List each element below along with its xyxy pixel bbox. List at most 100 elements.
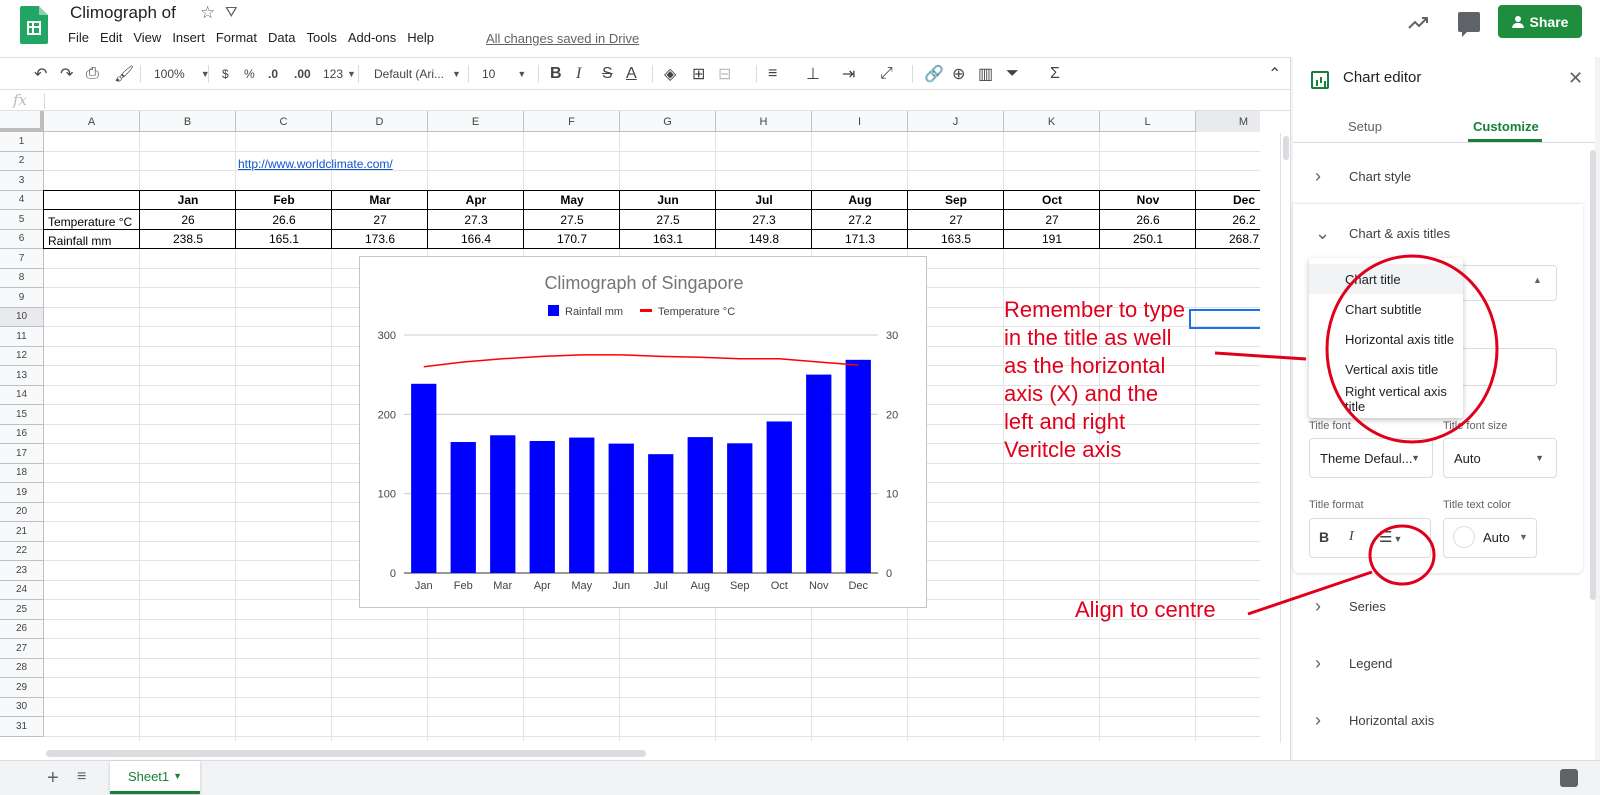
rainfall-cell[interactable]: 173.6	[332, 230, 428, 250]
row-header-17[interactable]: 17	[0, 444, 44, 464]
temp-row-label[interactable]: Temperature °C	[48, 212, 132, 231]
fill-color-icon[interactable]: ◈	[664, 58, 676, 90]
horizontal-align-icon[interactable]: ≡	[768, 58, 777, 90]
row-header-23[interactable]: 23	[0, 561, 44, 581]
month-header-cell[interactable]: May	[524, 191, 620, 211]
column-header-h[interactable]: H	[716, 111, 812, 132]
vertical-scrollbar[interactable]	[1280, 133, 1290, 743]
rainfall-cell[interactable]: 268.7	[1196, 230, 1260, 250]
month-header-cell[interactable]: Dec	[1196, 191, 1260, 211]
dropdown-chart-title[interactable]: Chart title	[1309, 264, 1463, 294]
column-header-k[interactable]: K	[1004, 111, 1100, 132]
menu-view[interactable]: View	[133, 30, 161, 48]
column-header-c[interactable]: C	[236, 111, 332, 132]
row-header-9[interactable]: 9	[0, 288, 44, 308]
rainfall-cell[interactable]: 163.1	[620, 230, 716, 250]
row-header-7[interactable]: 7	[0, 249, 44, 269]
close-icon[interactable]: ✕	[1568, 68, 1583, 89]
row-header-27[interactable]: 27	[0, 639, 44, 659]
row-header-6[interactable]: 6	[0, 229, 44, 249]
row-header-29[interactable]: 29	[0, 678, 44, 698]
month-header-cell[interactable]: Jan	[140, 191, 236, 211]
column-header-e[interactable]: E	[428, 111, 524, 132]
temperature-cell[interactable]: 27	[908, 210, 1004, 230]
title-font-select[interactable]: Theme Defaul... ▼	[1309, 438, 1433, 478]
row-header-4[interactable]: 4	[0, 190, 44, 210]
temperature-cell[interactable]: 26.2	[1196, 210, 1260, 230]
month-header-cell[interactable]: Mar	[332, 191, 428, 211]
section-chart-axis-titles[interactable]: ⌄ Chart & axis titles	[1293, 213, 1583, 253]
menu-edit[interactable]: Edit	[100, 30, 122, 48]
tab-setup[interactable]: Setup	[1348, 119, 1382, 134]
row-header-18[interactable]: 18	[0, 463, 44, 483]
merge-cells-icon[interactable]: ⊟	[718, 58, 731, 90]
row-header-2[interactable]: 2	[0, 151, 44, 171]
row-header-5[interactable]: 5	[0, 210, 44, 230]
dropdown-horizontal-axis-title[interactable]: Horizontal axis title	[1309, 324, 1463, 354]
rainfall-cell[interactable]: 191	[1004, 230, 1100, 250]
rainfall-cell[interactable]: 149.8	[716, 230, 812, 250]
section-chart-style[interactable]: › Chart style	[1293, 156, 1583, 196]
row-header-8[interactable]: 8	[0, 268, 44, 288]
insert-comment-icon[interactable]: ⊕	[952, 58, 965, 90]
menu-help[interactable]: Help	[407, 30, 434, 48]
document-title[interactable]: Climograph of	[70, 3, 176, 23]
row-header-31[interactable]: 31	[0, 717, 44, 737]
drive-move-icon[interactable]: ⛛	[225, 4, 238, 21]
row-header-26[interactable]: 26	[0, 619, 44, 639]
save-status-link[interactable]: All changes saved in Drive	[486, 31, 639, 46]
row-header-12[interactable]: 12	[0, 346, 44, 366]
row-header-20[interactable]: 20	[0, 502, 44, 522]
month-header-cell[interactable]: Aug	[812, 191, 908, 211]
column-header-i[interactable]: I	[812, 111, 908, 132]
tab-customize[interactable]: Customize	[1473, 119, 1539, 134]
menu-addons[interactable]: Add-ons	[348, 30, 396, 48]
section-legend[interactable]: › Legend	[1293, 643, 1583, 683]
rainfall-cell[interactable]: 166.4	[428, 230, 524, 250]
sheets-logo-icon[interactable]	[20, 6, 48, 44]
filter-icon[interactable]: ⏷	[1006, 58, 1019, 90]
month-header-cell[interactable]: Nov	[1100, 191, 1196, 211]
collapse-toolbar-icon[interactable]: ⌃	[1268, 58, 1281, 90]
column-header-l[interactable]: L	[1100, 111, 1196, 132]
dropdown-right-vertical-axis-title[interactable]: Right vertical axis title	[1309, 384, 1463, 414]
title-font-size-select[interactable]: Auto ▼	[1443, 438, 1557, 478]
functions-icon[interactable]: Σ	[1050, 58, 1060, 90]
vertical-align-icon[interactable]: ⊥	[806, 58, 820, 90]
chart[interactable]: Climograph of Singapore Rainfall mm Temper…	[359, 256, 927, 608]
row-header-21[interactable]: 21	[0, 522, 44, 542]
menu-file[interactable]: File	[68, 30, 89, 48]
row-header-13[interactable]: 13	[0, 366, 44, 386]
row-header-30[interactable]: 30	[0, 697, 44, 717]
rainfall-cell[interactable]: 250.1	[1100, 230, 1196, 250]
sheet-tab[interactable]: Sheet1 ▼	[110, 761, 200, 794]
menu-tools[interactable]: Tools	[306, 30, 336, 48]
column-header-d[interactable]: D	[332, 111, 428, 132]
text-wrap-icon[interactable]: ⇥	[842, 58, 855, 90]
column-header-g[interactable]: G	[620, 111, 716, 132]
zoom-select[interactable]: 100% ▼	[154, 58, 210, 90]
column-header-b[interactable]: B	[140, 111, 236, 132]
share-button[interactable]: Share	[1498, 5, 1582, 38]
text-color-icon[interactable]: A	[626, 58, 637, 90]
temperature-cell[interactable]: 27	[332, 210, 428, 230]
italic-button[interactable]: I	[1349, 529, 1354, 545]
strikethrough-icon[interactable]: S	[602, 58, 613, 90]
dropdown-chart-subtitle[interactable]: Chart subtitle	[1309, 294, 1463, 324]
menu-insert[interactable]: Insert	[172, 30, 205, 48]
dropdown-vertical-axis-title[interactable]: Vertical axis title	[1309, 354, 1463, 384]
bold-button[interactable]: B	[1319, 529, 1329, 545]
vertical-scroll-thumb[interactable]	[1283, 136, 1289, 160]
row-header-1[interactable]: 1	[0, 132, 44, 152]
increase-decimal-button[interactable]: .00	[294, 58, 311, 90]
explore-icon[interactable]	[1560, 769, 1578, 787]
font-select[interactable]: Default (Ari... ▼	[374, 58, 461, 90]
rain-row-label[interactable]: Rainfall mm	[48, 231, 111, 250]
redo-icon[interactable]: ↷	[60, 58, 73, 90]
currency-button[interactable]: $	[222, 58, 229, 90]
bold-icon[interactable]: B	[550, 58, 562, 90]
rainfall-cell[interactable]: 165.1	[236, 230, 332, 250]
temperature-cell[interactable]: 27.2	[812, 210, 908, 230]
month-header-cell[interactable]: Feb	[236, 191, 332, 211]
temperature-cell[interactable]: 27.3	[716, 210, 812, 230]
